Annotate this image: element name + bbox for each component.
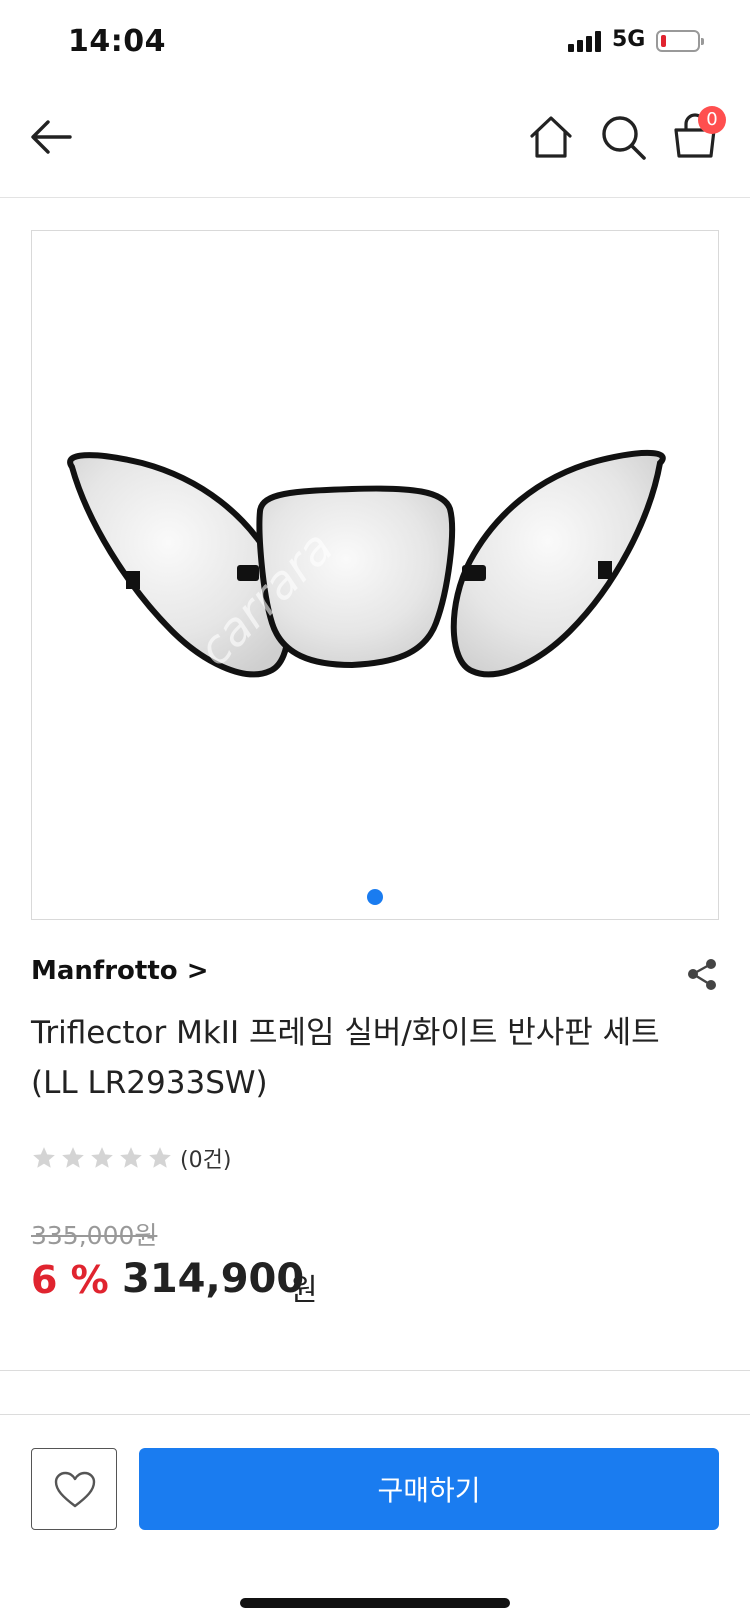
sale-price: 314,900 [122, 1256, 305, 1302]
discount-rate: 6 % [31, 1258, 109, 1302]
brand-link[interactable]: Manfrotto > [31, 956, 208, 986]
cart-count-badge: 0 [698, 106, 726, 134]
price-unit: 원 [290, 1273, 318, 1308]
review-count[interactable]: (0건) [180, 1142, 231, 1174]
status-time: 14:04 [68, 24, 166, 59]
buy-button-label: 구매하기 [377, 1474, 481, 1507]
original-price: 335,000원 [31, 1221, 158, 1250]
cart-button[interactable]: 0 [670, 106, 726, 162]
product-title: Triflector MkII 프레임 실버/화이트 반사판 세트 (LL LR… [31, 1015, 660, 1101]
home-indicator [240, 1598, 510, 1608]
star-rating[interactable]: (0건) [31, 1143, 231, 1173]
header: 0 [0, 98, 750, 198]
divider [0, 1414, 750, 1415]
divider [0, 1370, 750, 1371]
back-button[interactable] [26, 112, 76, 162]
buy-button[interactable]: 구매하기 [139, 1448, 719, 1530]
network-type: 5G [612, 27, 646, 52]
arrow-left-icon [31, 120, 72, 154]
share-button[interactable] [684, 956, 720, 992]
search-icon [602, 116, 646, 160]
battery-icon [656, 30, 704, 52]
wishlist-button[interactable] [31, 1448, 117, 1530]
product-image-gallery[interactable]: carrara [31, 230, 719, 920]
star-icon [149, 1147, 171, 1168]
share-icon [688, 959, 716, 990]
search-button[interactable] [598, 112, 648, 162]
product-image [67, 450, 666, 678]
carousel-indicator-dot[interactable] [367, 889, 383, 905]
star-icon [33, 1147, 55, 1168]
star-icon [120, 1147, 142, 1168]
star-icon [91, 1147, 113, 1168]
home-icon [530, 116, 572, 158]
status-bar: 14:04 5G [0, 0, 750, 84]
home-button[interactable] [526, 112, 576, 162]
heart-icon [54, 1471, 96, 1508]
star-icon [62, 1147, 84, 1168]
signal-icon [568, 30, 602, 52]
